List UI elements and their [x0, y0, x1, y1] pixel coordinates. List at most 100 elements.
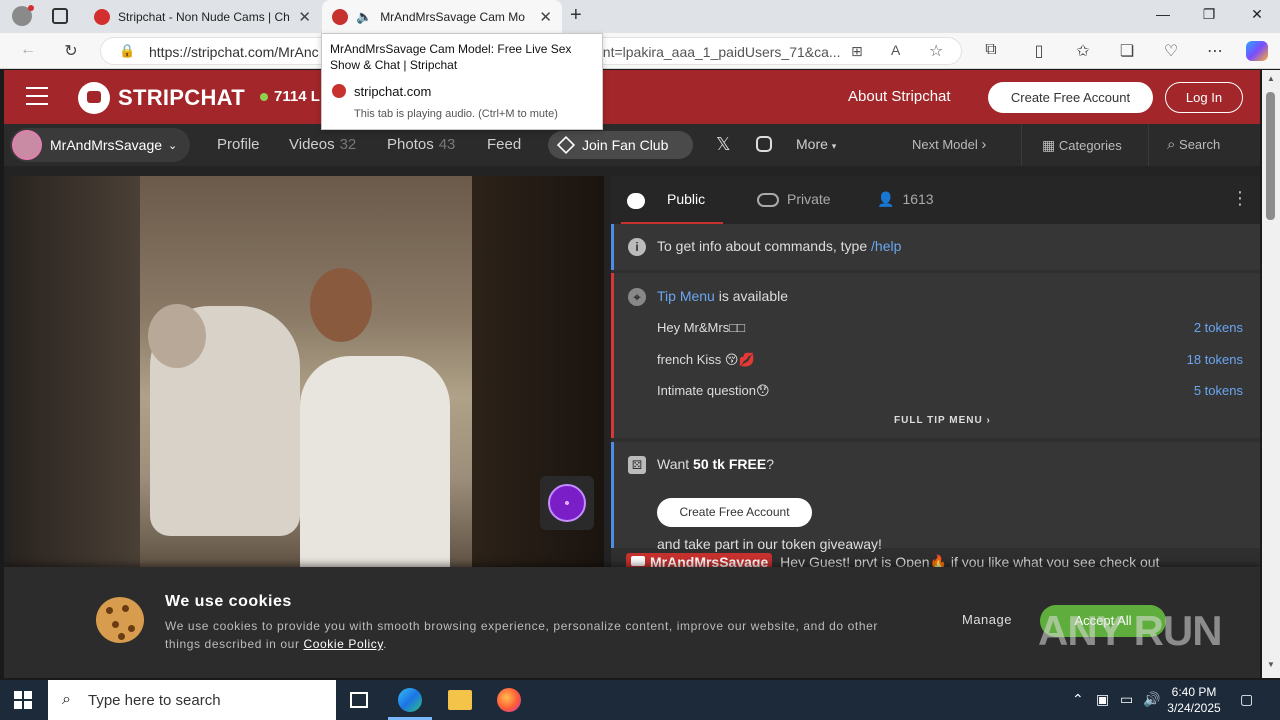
- viewer-count[interactable]: 👤 1613: [877, 191, 934, 208]
- categories-button[interactable]: ▦ Categories: [1021, 124, 1147, 166]
- lucky-wheel-button[interactable]: [540, 476, 594, 530]
- device-icon[interactable]: ▣: [1096, 691, 1109, 708]
- notifications-icon[interactable]: ▢: [1240, 691, 1253, 708]
- browser-essentials-icon[interactable]: ♡: [1160, 41, 1182, 61]
- feed-link[interactable]: Feed: [487, 136, 521, 153]
- stripchat-logo-icon: [78, 82, 110, 114]
- video-person-1-head: [148, 304, 206, 368]
- videos-link[interactable]: Videos 32: [289, 136, 356, 153]
- speaker-icon[interactable]: 🔈: [356, 9, 372, 25]
- join-fan-club-button[interactable]: Join Fan Club: [548, 131, 693, 159]
- model-nav: MrAndMrsSavage ⌄ Profile Videos 32 Photos…: [4, 124, 1260, 166]
- address-bar-row: ← ↻ 🔒 https://stripchat.com/MrAnc ant=lp…: [0, 33, 1280, 69]
- info-icon: i: [628, 238, 646, 256]
- minimize-icon[interactable]: —: [1140, 6, 1186, 22]
- private-chat-icon: [757, 193, 779, 208]
- collections-icon[interactable]: ❏: [1116, 41, 1138, 61]
- split-screen-icon[interactable]: ▯: [1028, 41, 1050, 61]
- cookie-banner: We use cookies We use cookies to provide…: [4, 567, 1260, 678]
- firefox-icon[interactable]: [497, 688, 521, 712]
- scroll-thumb[interactable]: [1266, 92, 1275, 220]
- free-tokens-message: ⚄ Want 50 tk FREE? Create Free Account a…: [611, 442, 1260, 552]
- extensions-icon[interactable]: ⧉: [980, 41, 1002, 59]
- task-view-icon[interactable]: [350, 692, 368, 708]
- chat-panel: Public Private 👤 1613 ⋮ i To get info abo…: [611, 176, 1260, 578]
- tip-menu-link[interactable]: Tip Menu: [657, 288, 715, 304]
- tab-private[interactable]: Private: [757, 191, 831, 208]
- tab-model-page[interactable]: 🔈 MrAndMrsSavage Cam Mo ✕: [322, 0, 562, 33]
- profile-link[interactable]: Profile: [217, 136, 260, 153]
- cookie-icon: [96, 597, 144, 643]
- read-aloud-icon[interactable]: A: [891, 42, 900, 58]
- close-tab-icon[interactable]: ✕: [539, 8, 552, 26]
- create-account-button[interactable]: Create Free Account: [988, 82, 1153, 113]
- login-button[interactable]: Log In: [1165, 82, 1243, 113]
- help-command-link[interactable]: /help: [871, 238, 901, 254]
- taskbar-search[interactable]: ⌕ Type here to search: [48, 680, 336, 720]
- tab-public[interactable]: Public: [621, 176, 723, 224]
- restore-icon[interactable]: ❐: [1186, 6, 1232, 23]
- logo-text: STRIPCHAT: [118, 85, 245, 110]
- browser-tab-bar: Stripchat - Non Nude Cams | Ch ✕ 🔈 MrAnd…: [0, 0, 1280, 33]
- video-player[interactable]: [10, 176, 604, 578]
- video-person-2-head: [310, 268, 372, 342]
- tray-chevron-icon[interactable]: ⌃: [1072, 691, 1084, 708]
- file-explorer-icon[interactable]: [448, 690, 472, 710]
- tip-item[interactable]: Intimate question😯 5 tokens: [657, 383, 1243, 399]
- model-selector[interactable]: MrAndMrsSavage ⌄: [10, 128, 190, 162]
- heart-favicon-icon: [94, 8, 110, 25]
- tab-title: MrAndMrsSavage Cam Mo: [380, 9, 525, 24]
- joystick-icon: ⌖: [628, 288, 646, 306]
- anyrun-watermark: ANY RUN: [1038, 607, 1223, 654]
- close-tab-icon[interactable]: ✕: [298, 8, 311, 26]
- model-name: MrAndMrsSavage: [50, 137, 163, 153]
- full-tip-menu-link[interactable]: FULL TIP MENU ›: [894, 415, 991, 426]
- favorite-star-icon[interactable]: ☆: [929, 41, 943, 61]
- site-header: STRIPCHAT 7114 L About Stripchat Create …: [4, 70, 1260, 124]
- favorites-icon[interactable]: ✩: [1072, 41, 1094, 61]
- new-tab-icon[interactable]: +: [570, 4, 582, 27]
- edge-icon[interactable]: [398, 688, 422, 712]
- tip-item[interactable]: french Kiss 😚💋 18 tokens: [657, 352, 1243, 368]
- tab-stripchat-home[interactable]: Stripchat - Non Nude Cams | Ch ✕: [84, 0, 321, 33]
- manage-cookies-button[interactable]: Manage: [962, 612, 1012, 627]
- tip-item[interactable]: Hey Mr&Mrs□□ 2 tokens: [657, 320, 1243, 335]
- volume-icon[interactable]: 🔊: [1143, 691, 1160, 708]
- page-scrollbar[interactable]: ▲ ▼: [1262, 70, 1280, 678]
- photos-link[interactable]: Photos 43: [387, 136, 455, 153]
- scroll-up-icon[interactable]: ▲: [1267, 74, 1275, 83]
- url-text-tail: ant=lpakira_aaa_1_paidUsers_71&ca...: [595, 44, 841, 60]
- instagram-icon[interactable]: [756, 136, 772, 152]
- user-icon: 👤: [877, 191, 895, 207]
- windows-start-icon[interactable]: [14, 691, 32, 709]
- settings-more-icon[interactable]: ⋯: [1204, 41, 1226, 61]
- hamburger-menu-icon[interactable]: [26, 87, 48, 105]
- tab-actions-icon[interactable]: [52, 8, 68, 24]
- url-text: https://stripchat.com/MrAnc: [149, 44, 319, 60]
- search-placeholder: Type here to search: [88, 692, 221, 709]
- app-available-icon[interactable]: ⊞: [851, 43, 863, 60]
- cookie-title: We use cookies: [165, 593, 292, 610]
- grid-icon: ▦: [1042, 137, 1056, 153]
- system-clock[interactable]: 6:40 PM 3/24/2025: [1164, 684, 1224, 716]
- chat-options-icon[interactable]: ⋮: [1231, 188, 1249, 209]
- tip-menu-message: ⌖ Tip Menu is available Hey Mr&Mrs□□ 2 to…: [611, 273, 1260, 438]
- avatar: [12, 130, 42, 160]
- site-logo[interactable]: STRIPCHAT: [78, 82, 245, 114]
- refresh-icon[interactable]: ↻: [60, 41, 82, 61]
- network-icon[interactable]: ▭: [1120, 691, 1133, 708]
- close-window-icon[interactable]: ✕: [1234, 6, 1280, 23]
- scroll-down-icon[interactable]: ▼: [1267, 660, 1275, 669]
- more-menu[interactable]: More ▾: [796, 136, 836, 152]
- back-icon[interactable]: ←: [17, 41, 39, 59]
- create-account-button[interactable]: Create Free Account: [657, 498, 812, 527]
- tab-hover-card: MrAndMrsSavage Cam Model: Free Live Sex …: [321, 33, 603, 130]
- x-social-icon[interactable]: 𝕏: [716, 134, 731, 155]
- lock-icon[interactable]: 🔒: [119, 43, 135, 59]
- cookie-policy-link[interactable]: Cookie Policy: [303, 637, 383, 651]
- notification-dot: [28, 5, 34, 11]
- next-model-button[interactable]: Next Model ›: [904, 124, 1020, 166]
- search-button[interactable]: ⌕ Search: [1148, 124, 1260, 166]
- about-link[interactable]: About Stripchat: [848, 88, 951, 105]
- copilot-icon[interactable]: [1246, 41, 1268, 61]
